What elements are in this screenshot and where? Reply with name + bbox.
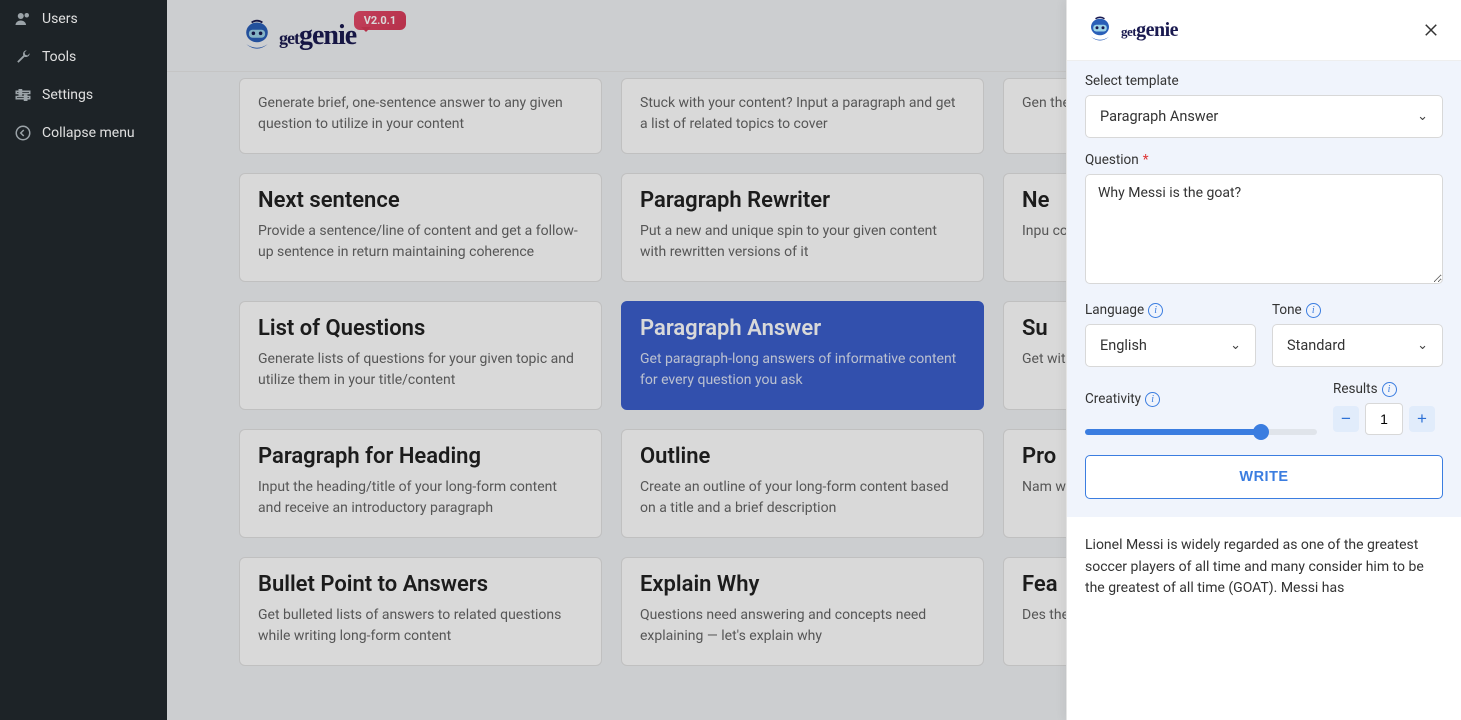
template-card-paragraph-rewriter[interactable]: Paragraph Rewriter Put a new and unique … [621,173,984,282]
sidebar-item-settings[interactable]: Settings [0,76,167,114]
card-desc: Provide a sentence/line of content and g… [258,221,583,263]
chevron-down-icon: ⌄ [1417,109,1428,124]
card-desc: Stuck with your content? Input a paragra… [640,93,965,135]
template-select-value: Paragraph Answer [1100,108,1218,125]
template-card[interactable]: Pro Nam write [1003,429,1067,538]
card-title: Paragraph for Heading [258,444,583,469]
card-desc: Generate brief, one-sentence answer to a… [258,93,583,135]
card-title: Fea [1022,572,1067,597]
tone-value: Standard [1287,337,1345,354]
write-button[interactable]: WRITE [1085,455,1443,499]
card-desc: Nam write [1022,477,1067,498]
brand-logo: getgenie V2.0.1 [239,17,356,55]
sidebar-item-tools[interactable]: Tools [0,38,167,76]
users-icon [14,10,32,28]
results-label: Results i [1333,381,1443,397]
collapse-icon [14,124,32,142]
template-card[interactable]: Fea Des the [1003,557,1067,666]
template-select[interactable]: Paragraph Answer ⌄ [1085,95,1443,138]
card-desc: Input the heading/title of your long-for… [258,477,583,519]
card-desc: Get with [1022,349,1067,370]
genie-side-panel: getgenie Select template Paragraph Answe… [1066,0,1461,720]
admin-sidebar: Users Tools Settings Collapse menu [0,0,167,720]
tone-select[interactable]: Standard ⌄ [1272,324,1443,367]
template-card-bullet-point-to-answers[interactable]: Bullet Point to Answers Get bulleted lis… [239,557,602,666]
creativity-slider[interactable] [1085,429,1317,435]
sidebar-item-collapse[interactable]: Collapse menu [0,114,167,152]
card-title: Next sentence [258,188,583,213]
card-title: Su [1022,316,1067,341]
card-desc: Create an outline of your long-form cont… [640,477,965,519]
sidebar-item-label: Collapse menu [42,125,135,141]
wrench-icon [14,48,32,66]
tone-label: Tone i [1272,302,1443,318]
panel-brand: getgenie [1085,14,1178,46]
close-icon [1422,21,1440,39]
card-desc: Put a new and unique spin to your given … [640,221,965,263]
card-title: Paragraph Answer [640,316,965,341]
card-title: Bullet Point to Answers [258,572,583,597]
language-value: English [1100,337,1147,354]
chevron-down-icon: ⌄ [1417,338,1428,353]
genie-mascot-icon [239,17,275,55]
main-area: getgenie V2.0.1 Generate brief, one-sent… [167,0,1067,720]
template-card-paragraph-for-heading[interactable]: Paragraph for Heading Input the heading/… [239,429,602,538]
template-card-paragraph-answer[interactable]: Paragraph Answer Get paragraph-long answ… [621,301,984,410]
info-icon[interactable]: i [1145,392,1160,407]
template-card[interactable]: Generate brief, one-sentence answer to a… [239,78,602,154]
card-desc: Gen the [1022,93,1067,114]
template-card-list-of-questions[interactable]: List of Questions Generate lists of ques… [239,301,602,410]
panel-header: getgenie [1067,0,1461,61]
card-desc: Get paragraph-long answers of informativ… [640,349,965,391]
card-desc: Generate lists of questions for your giv… [258,349,583,391]
panel-brand-text: getgenie [1121,19,1178,42]
template-card[interactable]: Su Get with [1003,301,1067,410]
card-title: Explain Why [640,572,965,597]
card-title: List of Questions [258,316,583,341]
settings-icon [14,86,32,104]
creativity-label: Creativity i [1085,391,1317,407]
card-desc: Des the [1022,605,1067,626]
results-increment[interactable]: + [1409,406,1435,432]
sidebar-item-label: Settings [42,87,93,103]
template-cards-grid: Generate brief, one-sentence answer to a… [167,72,1067,666]
card-title: Ne [1022,188,1067,213]
question-input[interactable] [1085,174,1443,284]
close-button[interactable] [1419,18,1443,42]
template-card-next-sentence[interactable]: Next sentence Provide a sentence/line of… [239,173,602,282]
template-card-outline[interactable]: Outline Create an outline of your long-f… [621,429,984,538]
genie-mascot-icon [1085,14,1115,46]
card-title: Paragraph Rewriter [640,188,965,213]
select-template-label: Select template [1085,73,1443,89]
sidebar-item-users[interactable]: Users [0,0,167,38]
card-title: Pro [1022,444,1067,469]
logo-bar: getgenie V2.0.1 [167,0,1067,72]
results-input[interactable] [1365,403,1403,435]
sidebar-item-label: Tools [42,49,76,65]
slider-handle[interactable] [1253,424,1269,440]
panel-form: Select template Paragraph Answer ⌄ Quest… [1067,61,1461,517]
version-badge: V2.0.1 [354,11,407,30]
results-decrement[interactable]: − [1333,406,1359,432]
language-label: Language i [1085,302,1256,318]
language-select[interactable]: English ⌄ [1085,324,1256,367]
template-card[interactable]: Stuck with your content? Input a paragra… [621,78,984,154]
template-card-explain-why[interactable]: Explain Why Questions need answering and… [621,557,984,666]
info-icon[interactable]: i [1306,303,1321,318]
card-desc: Inpu cont [1022,221,1067,242]
chevron-down-icon: ⌄ [1230,338,1241,353]
results-stepper: − + [1333,403,1443,435]
brand-text: getgenie [279,20,356,52]
question-label: Question* [1085,152,1443,168]
output-text: Lionel Messi is widely regarded as one o… [1067,517,1461,720]
card-title: Outline [640,444,965,469]
card-desc: Questions need answering and concepts ne… [640,605,965,647]
info-icon[interactable]: i [1382,382,1397,397]
info-icon[interactable]: i [1148,303,1163,318]
card-desc: Get bulleted lists of answers to related… [258,605,583,647]
template-card[interactable]: Ne Inpu cont [1003,173,1067,282]
template-card[interactable]: Gen the [1003,78,1067,154]
sidebar-item-label: Users [42,11,78,27]
